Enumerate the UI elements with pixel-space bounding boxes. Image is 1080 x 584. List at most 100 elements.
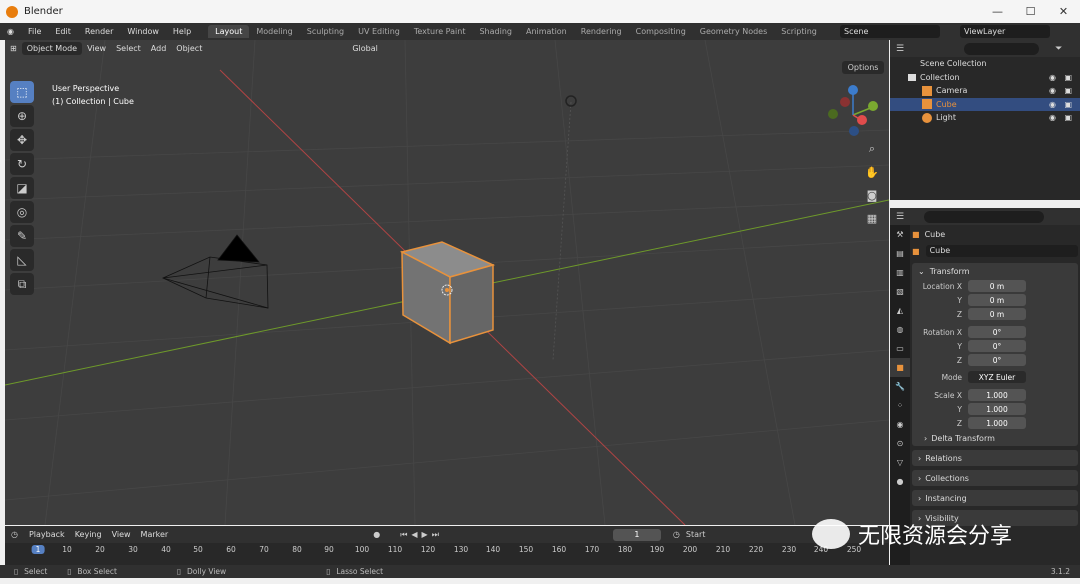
tab-modeling[interactable]: Modeling [249, 25, 299, 38]
menu-timeline-view[interactable]: View [107, 528, 136, 541]
select-tool-icon[interactable]: ⬚ [10, 81, 34, 103]
zoom-icon[interactable]: ⌕ [863, 140, 881, 158]
scale-z-field[interactable]: 1.000 [968, 417, 1026, 429]
collection-row[interactable]: Collection ◉ ▣ [890, 71, 1080, 85]
output-tab-icon[interactable]: ▥ [890, 263, 910, 282]
playback-controls[interactable]: ⏮◀▶⏭ [400, 530, 443, 540]
menu-help[interactable]: Help [166, 27, 198, 36]
tab-texture-paint[interactable]: Texture Paint [407, 25, 473, 38]
world-tab-icon[interactable]: ◍ [890, 320, 910, 339]
current-frame-field[interactable]: 1 [612, 528, 661, 541]
visibility-eye-icon[interactable]: ◉ [1049, 113, 1056, 122]
view-layer-tab-icon[interactable]: ▧ [890, 282, 910, 301]
minimize-button[interactable]: — [981, 0, 1014, 23]
render-camera-icon[interactable]: ▣ [1064, 113, 1072, 122]
location-x-field[interactable]: 0 m [968, 280, 1026, 292]
blender-menu-icon[interactable]: ◉ [0, 27, 21, 36]
transform-panel-header[interactable]: ⌄ Transform [912, 263, 1078, 279]
material-tab-icon[interactable]: ● [890, 472, 910, 491]
tab-scripting[interactable]: Scripting [774, 25, 824, 38]
camera-view-icon[interactable]: ◙ [863, 186, 881, 204]
visibility-eye-icon[interactable]: ◉ [1049, 86, 1056, 95]
record-icon[interactable]: ● [373, 530, 380, 539]
scene-collection-row[interactable]: Scene Collection [890, 57, 1080, 71]
current-frame-indicator[interactable]: 1 [31, 545, 45, 554]
pan-hand-icon[interactable]: ✋ [863, 163, 881, 181]
location-z-field[interactable]: 0 m [968, 308, 1026, 320]
rotate-tool-icon[interactable]: ↻ [10, 153, 34, 175]
tool-tab-icon[interactable]: ⚒ [890, 225, 910, 244]
collection-tab-icon[interactable]: ▭ [890, 339, 910, 358]
menu-marker[interactable]: Marker [136, 528, 174, 541]
data-tab-icon[interactable]: ▽ [890, 453, 910, 472]
menu-playback[interactable]: Playback [24, 528, 70, 541]
menu-keying[interactable]: Keying [70, 528, 107, 541]
options-button[interactable]: Options [842, 61, 884, 74]
scene-selector[interactable]: Scene [840, 25, 940, 38]
menu-file[interactable]: File [21, 27, 48, 36]
menu-object[interactable]: Object [171, 42, 207, 55]
outliner-item-light[interactable]: Light ◉ ▣ [890, 111, 1080, 125]
add-cube-tool-icon[interactable]: ⧉ [10, 273, 34, 295]
instancing-panel[interactable]: › Instancing [912, 490, 1078, 506]
properties-search-input[interactable] [924, 210, 1045, 223]
menu-view[interactable]: View [82, 42, 111, 55]
visibility-eye-icon[interactable]: ◉ [1049, 100, 1056, 109]
outliner-item-camera[interactable]: Camera ◉ ▣ [890, 84, 1080, 98]
tab-layout[interactable]: Layout [208, 25, 250, 38]
render-tab-icon[interactable]: ▤ [890, 244, 910, 263]
physics-tab-icon[interactable]: ◉ [890, 415, 910, 434]
menu-add[interactable]: Add [146, 42, 172, 55]
tab-uv-editing[interactable]: UV Editing [351, 25, 407, 38]
scale-tool-icon[interactable]: ◪ [10, 177, 34, 199]
mode-dropdown[interactable]: Object Mode [21, 42, 83, 55]
outliner-type-icon[interactable]: ☰ [896, 44, 904, 54]
viewlayer-selector[interactable]: ViewLayer [960, 25, 1050, 38]
timeline-type-icon[interactable]: ◷ [11, 530, 18, 539]
outliner-search-input[interactable] [964, 42, 1040, 55]
modifier-tab-icon[interactable]: 🔧 [890, 377, 910, 396]
filter-icon[interactable]: ⏷ [1055, 44, 1062, 54]
scene-tab-icon[interactable]: ◭ [890, 301, 910, 320]
menu-select[interactable]: Select [111, 42, 146, 55]
close-button[interactable]: ✕ [1047, 0, 1080, 23]
transform-tool-icon[interactable]: ◎ [10, 201, 34, 223]
rotation-x-field[interactable]: 0° [968, 326, 1026, 338]
cursor-tool-icon[interactable]: ⊕ [10, 105, 34, 127]
properties-type-icon[interactable]: ☰ [896, 212, 904, 222]
tab-animation[interactable]: Animation [519, 25, 574, 38]
maximize-button[interactable]: ☐ [1014, 0, 1047, 23]
render-camera-icon[interactable]: ▣ [1064, 86, 1072, 95]
tab-rendering[interactable]: Rendering [574, 25, 629, 38]
tab-geometry-nodes[interactable]: Geometry Nodes [693, 25, 774, 38]
tab-compositing[interactable]: Compositing [629, 25, 693, 38]
render-camera-icon[interactable]: ▣ [1064, 100, 1072, 109]
location-y-field[interactable]: 0 m [968, 294, 1026, 306]
rotation-y-field[interactable]: 0° [968, 340, 1026, 352]
orientation-dropdown[interactable]: Global [347, 42, 383, 55]
rotation-z-field[interactable]: 0° [968, 354, 1026, 366]
menu-render[interactable]: Render [78, 27, 120, 36]
move-tool-icon[interactable]: ✥ [10, 129, 34, 151]
menu-edit[interactable]: Edit [48, 27, 78, 36]
relations-panel[interactable]: › Relations [912, 450, 1078, 466]
rotation-mode-dropdown[interactable]: XYZ Euler [968, 371, 1026, 383]
tab-shading[interactable]: Shading [472, 25, 519, 38]
object-tab-icon[interactable]: ■ [890, 358, 910, 377]
collections-panel[interactable]: › Collections [912, 470, 1078, 486]
measure-tool-icon[interactable]: ◺ [10, 249, 34, 271]
menu-window[interactable]: Window [120, 27, 166, 36]
constraints-tab-icon[interactable]: ⊙ [890, 434, 910, 453]
visibility-eye-icon[interactable]: ◉ [1049, 73, 1056, 82]
tab-sculpting[interactable]: Sculpting [300, 25, 351, 38]
3d-viewport[interactable]: ⊞ Object Mode View Select Add Object Glo… [5, 40, 889, 525]
ortho-grid-icon[interactable]: ▦ [863, 209, 881, 227]
object-name-field[interactable]: Cube [925, 245, 1078, 257]
annotate-tool-icon[interactable]: ✎ [10, 225, 34, 247]
scale-x-field[interactable]: 1.000 [968, 389, 1026, 401]
scale-y-field[interactable]: 1.000 [968, 403, 1026, 415]
render-camera-icon[interactable]: ▣ [1064, 73, 1072, 82]
outliner-item-cube[interactable]: Cube ◉ ▣ [890, 97, 1080, 111]
delta-transform-subpanel[interactable]: › Delta Transform [912, 430, 1078, 446]
particles-tab-icon[interactable]: ⁘ [890, 396, 910, 415]
